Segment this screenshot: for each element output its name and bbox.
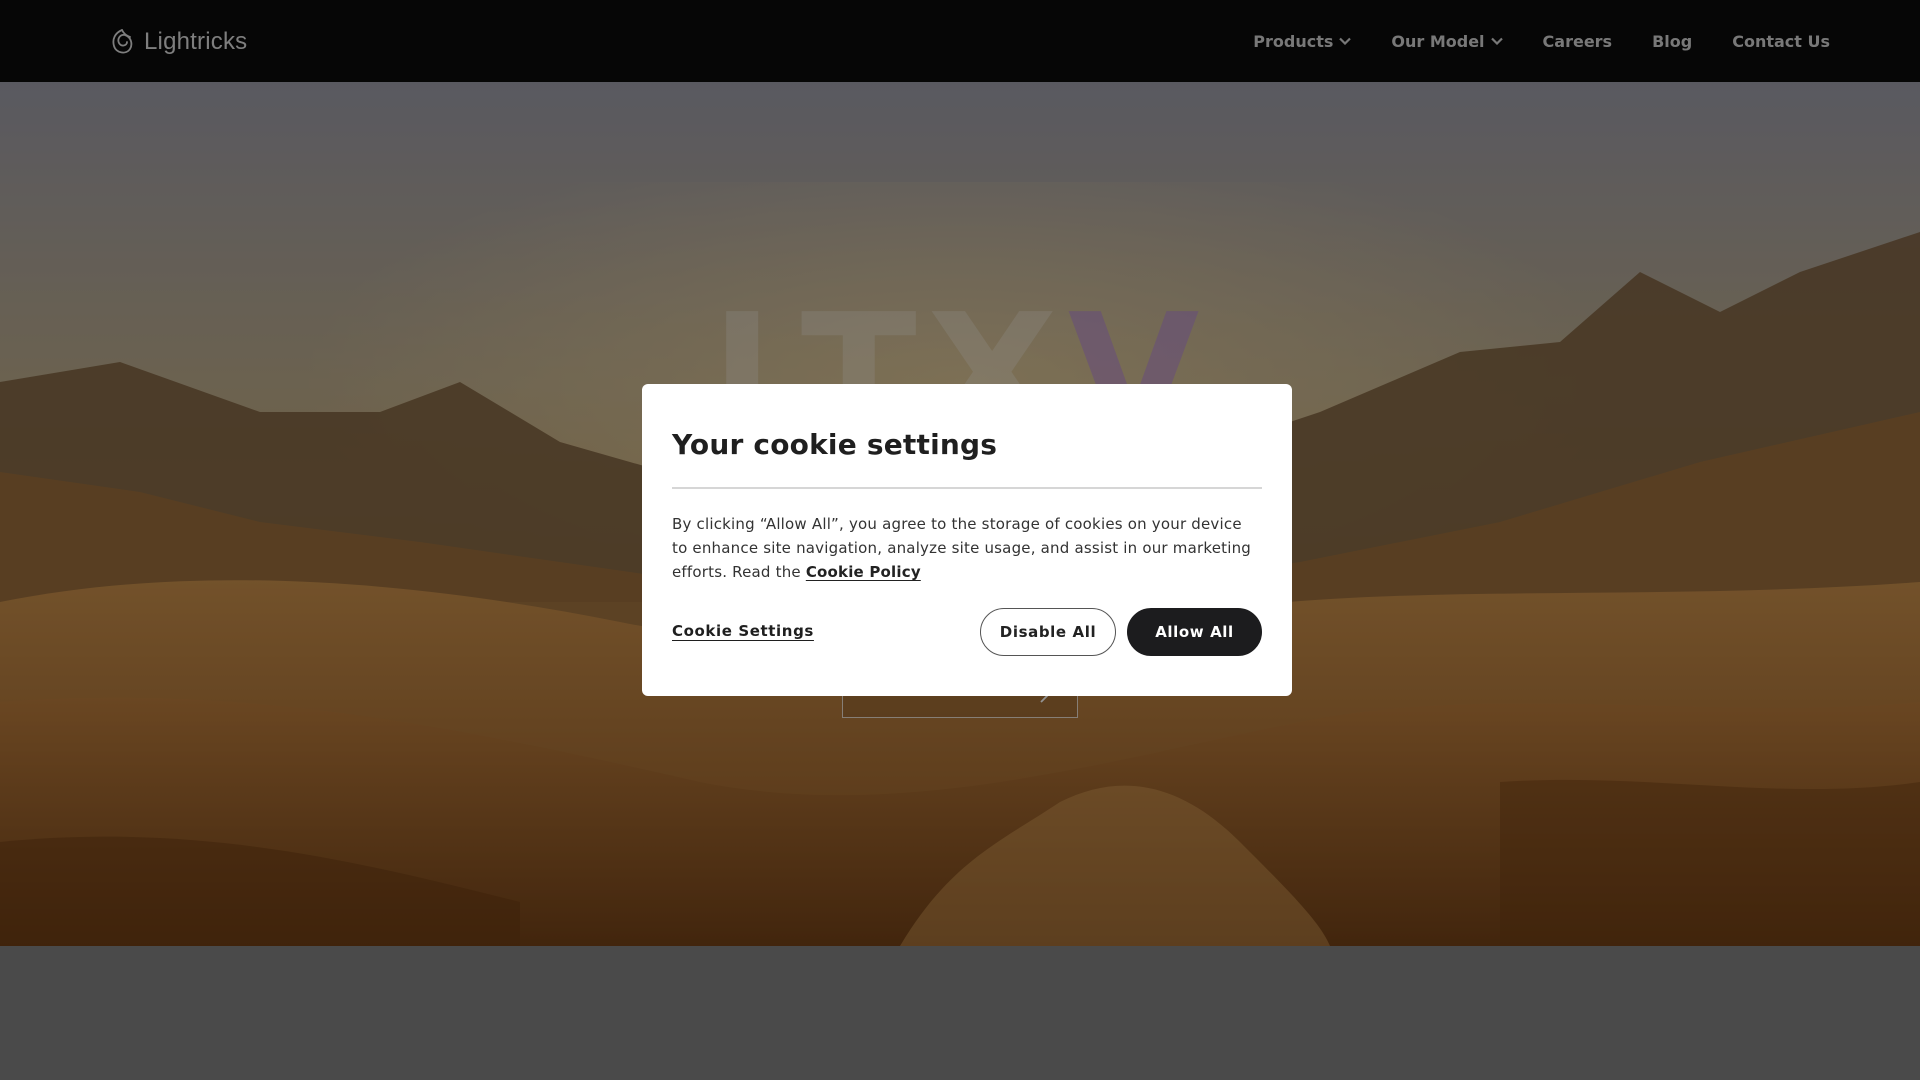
cookie-settings-dialog: Your cookie settings By clicking “Allow … bbox=[642, 384, 1292, 696]
cookie-policy-link[interactable]: Cookie Policy bbox=[806, 563, 921, 581]
dialog-body-copy: By clicking “Allow All”, you agree to th… bbox=[672, 515, 1251, 581]
cookie-settings-link[interactable]: Cookie Settings bbox=[672, 622, 814, 640]
dialog-title: Your cookie settings bbox=[672, 428, 998, 461]
dialog-body-text: By clicking “Allow All”, you agree to th… bbox=[672, 512, 1262, 584]
dialog-divider bbox=[672, 487, 1262, 489]
allow-all-button[interactable]: Allow All bbox=[1127, 608, 1262, 656]
disable-all-button[interactable]: Disable All bbox=[980, 608, 1116, 656]
